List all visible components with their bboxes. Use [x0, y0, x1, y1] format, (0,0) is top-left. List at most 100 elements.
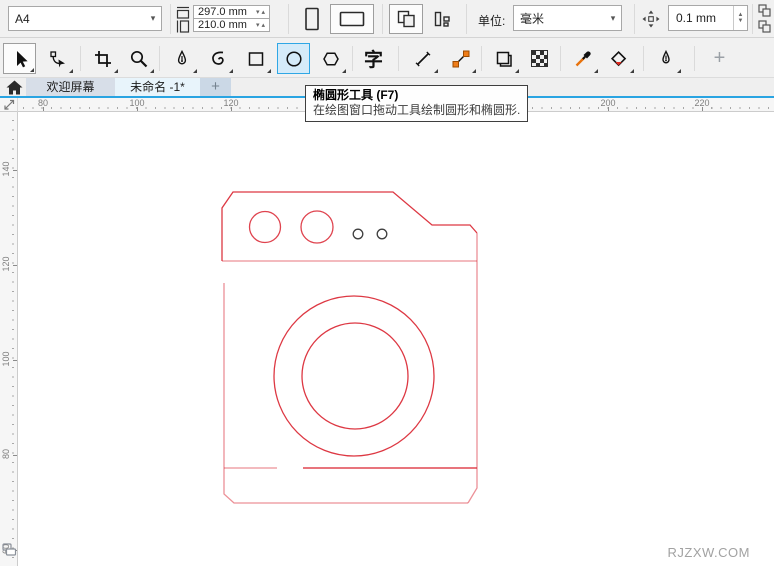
tool-transparency[interactable]: [523, 43, 556, 74]
drawing-circle: [302, 323, 408, 429]
toolbox: 字: [0, 38, 774, 78]
paper-width-value: 297.0 mm: [194, 6, 254, 18]
tool-shape[interactable]: [41, 43, 74, 74]
flyout-indicator: [69, 69, 73, 73]
separator: [643, 46, 644, 71]
flyout-indicator: [677, 69, 681, 73]
flyout-indicator: [267, 69, 271, 73]
drawing-circle: [377, 229, 387, 239]
ruler-tick: [702, 107, 703, 111]
ruler-tick: [137, 107, 138, 111]
drawing-circle: [250, 212, 281, 243]
separator: [159, 46, 160, 71]
tool-line[interactable]: [406, 43, 439, 74]
ruler-origin-icon: [2, 98, 16, 112]
flyout-indicator: [342, 69, 346, 73]
ruler-tick: [231, 107, 232, 111]
duplicate-distance-x-icon[interactable]: [757, 3, 773, 18]
separator: [560, 46, 561, 71]
drawing-circle: [353, 229, 363, 239]
tool-pick[interactable]: [3, 43, 36, 74]
tool-curve[interactable]: [201, 43, 234, 74]
ruler-label: 100: [1, 349, 11, 369]
ruler-tick: [43, 107, 44, 111]
plus-icon: +: [714, 47, 726, 70]
ruler-tick: [13, 170, 17, 171]
flyout-indicator: [114, 69, 118, 73]
landscape-button[interactable]: [330, 4, 374, 34]
separator: [80, 46, 81, 71]
nudge-distance-field[interactable]: 0.1 mm ▲▼: [668, 5, 748, 31]
separator: [466, 4, 467, 34]
chevron-down-icon: ▾: [145, 13, 161, 24]
flyout-indicator: [434, 69, 438, 73]
different-page-sizes-button[interactable]: [427, 4, 457, 34]
tool-crop[interactable]: [86, 43, 119, 74]
ruler-origin-button[interactable]: [0, 98, 18, 112]
tab-untitled-document[interactable]: 未命名 -1*: [115, 78, 200, 96]
all-pages-same-size-button[interactable]: [389, 4, 423, 34]
home-icon[interactable]: [6, 80, 26, 95]
drawing-circle: [274, 296, 434, 456]
separator: [288, 4, 289, 34]
text-tool-glyph: 字: [364, 45, 383, 72]
spinner-icons[interactable]: ▾▴: [254, 21, 269, 29]
separator: [398, 46, 399, 71]
units-value: 毫米: [514, 10, 605, 27]
tool-ellipse[interactable]: [277, 43, 310, 74]
pages-overlap-icon[interactable]: [2, 543, 17, 557]
vertical-ruler[interactable]: 1401201008060: [0, 112, 18, 566]
tab-welcome-screen[interactable]: 欢迎屏幕: [26, 78, 115, 96]
separator: [694, 46, 695, 71]
tool-pen[interactable]: [165, 43, 198, 74]
ruler-tick: [13, 265, 17, 266]
coreldraw-window: A4 ▾ 297.0 mm ▾▴ 210.0 mm ▾▴: [0, 0, 774, 566]
add-tool-button[interactable]: +: [703, 43, 736, 74]
ruler-label: 80: [1, 444, 11, 464]
ruler-tick: [13, 455, 17, 456]
tool-rectangle[interactable]: [239, 43, 272, 74]
tool-polygon[interactable]: [314, 43, 347, 74]
flyout-indicator: [515, 69, 519, 73]
tool-text[interactable]: 字: [357, 43, 390, 74]
flyout-indicator: [229, 69, 233, 73]
ruler-label: 120: [1, 254, 11, 274]
drawing-segment: [222, 192, 477, 261]
new-document-tab-button[interactable]: +: [200, 78, 231, 96]
flyout-indicator: [472, 69, 476, 73]
separator: [170, 4, 171, 34]
spinner-updown[interactable]: ▲▼: [733, 6, 747, 30]
property-bar: A4 ▾ 297.0 mm ▾▴ 210.0 mm ▾▴: [0, 0, 774, 38]
units-label: 单位:: [478, 12, 505, 29]
units-select[interactable]: 毫米 ▾: [513, 5, 622, 31]
drawing-segment: [224, 283, 468, 503]
separator: [382, 4, 383, 34]
page-size-select[interactable]: A4 ▾: [8, 6, 162, 31]
paper-width-icon: [175, 6, 191, 19]
flyout-indicator: [30, 68, 34, 72]
flyout-indicator: [630, 69, 634, 73]
paper-height-value: 210.0 mm: [194, 19, 254, 31]
tool-smart-fill[interactable]: [602, 43, 635, 74]
drawing-canvas[interactable]: RJZXW.COM: [18, 112, 774, 566]
tool-color-eyedropper[interactable]: [566, 43, 599, 74]
flyout-indicator: [150, 69, 154, 73]
spinner-icons[interactable]: ▾▴: [254, 8, 269, 16]
tool-drop-shadow[interactable]: [487, 43, 520, 74]
flyout-indicator: [594, 69, 598, 73]
separator: [634, 4, 635, 34]
paper-height-field[interactable]: 210.0 mm ▾▴: [193, 18, 270, 32]
ruler-tick: [13, 360, 17, 361]
duplicate-distance-y-icon[interactable]: [757, 19, 773, 34]
page-size-value: A4: [9, 12, 145, 26]
flyout-indicator: [193, 69, 197, 73]
paper-width-field[interactable]: 297.0 mm ▾▴: [193, 5, 270, 19]
nudge-offset-icon: [641, 9, 661, 29]
paper-height-icon: [175, 20, 191, 33]
tool-zoom[interactable]: [122, 43, 155, 74]
separator: [352, 46, 353, 71]
tool-connector[interactable]: [444, 43, 477, 74]
tool-outline-pen[interactable]: [649, 43, 682, 74]
portrait-button[interactable]: [298, 4, 326, 34]
chevron-down-icon: ▾: [605, 13, 621, 24]
